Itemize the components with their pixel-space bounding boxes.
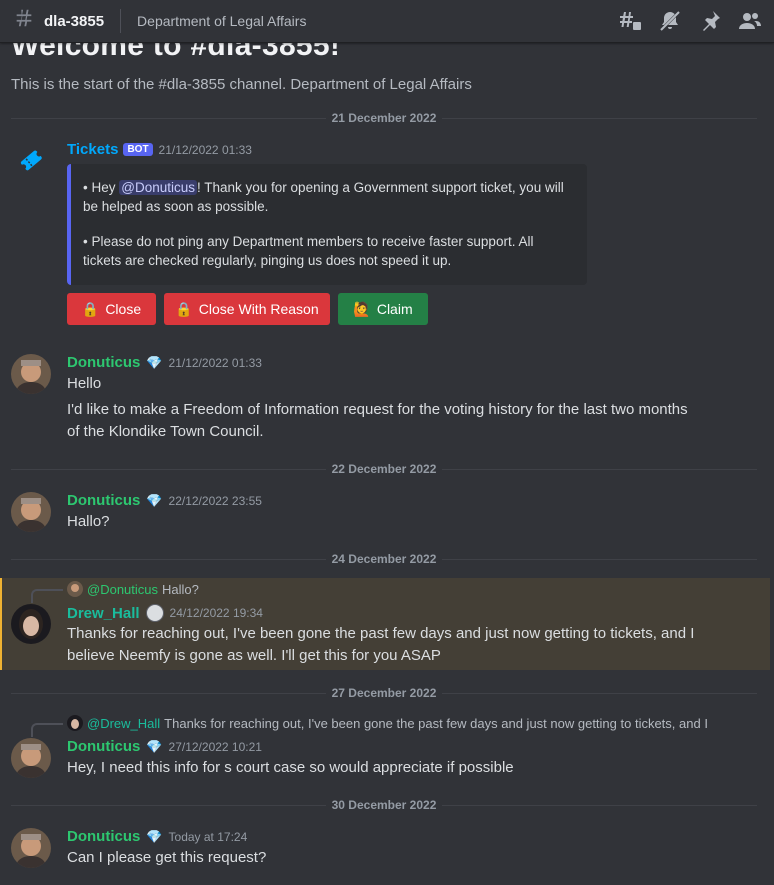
pin-icon[interactable] [698, 9, 722, 33]
gem-icon: 💎 [146, 738, 163, 754]
claim-button[interactable]: 🙋 Claim [338, 293, 428, 325]
reply-connector [31, 723, 63, 737]
message-text: believe Neemfy is gone as well. I'll get… [67, 647, 441, 664]
avatar[interactable] [11, 604, 51, 644]
tickets-bot-avatar[interactable] [11, 140, 51, 180]
message-author[interactable]: Donuticus [67, 738, 140, 755]
reply-avatar [67, 581, 83, 597]
message-text: Hello [67, 375, 102, 392]
message-text: Can I please get this request? [67, 849, 267, 866]
embed-line-1: • Hey @Donuticus! Thank you for opening … [83, 180, 564, 214]
lock-icon: 🔒 [175, 300, 193, 317]
message-author[interactable]: Tickets [67, 141, 118, 158]
message-text: Hallo? [67, 513, 110, 530]
date-divider: 24 December 2022 [11, 551, 757, 567]
message-timestamp: 21/12/2022 01:33 [168, 355, 262, 370]
header-divider [120, 9, 122, 33]
channel-name: dla-3855 [44, 12, 105, 30]
close-with-reason-button[interactable]: 🔒 Close With Reason [164, 293, 330, 325]
reply-avatar [67, 715, 83, 731]
message-author[interactable]: Donuticus [67, 492, 140, 509]
reply-text: Thanks for reaching out, I've been gone … [164, 715, 708, 731]
message-timestamp: Today at 17:24 [168, 829, 248, 844]
message-timestamp: 27/12/2022 10:21 [168, 739, 262, 754]
reply-author[interactable]: @Donuticus [87, 582, 158, 597]
gem-icon: 💎 [146, 828, 163, 844]
mute-icon[interactable] [658, 9, 682, 33]
message-author[interactable]: Drew_Hall [67, 605, 140, 622]
date-divider: 30 December 2022 [11, 797, 757, 813]
embed-line-2: • Please do not ping any Department memb… [83, 234, 534, 268]
message-text: of the Klondike Town Council. [67, 423, 264, 440]
avatar[interactable] [11, 828, 51, 868]
message-author[interactable]: Donuticus [67, 828, 140, 845]
message-text: I'd like to make a Freedom of Informatio… [67, 401, 688, 418]
ticket-icon [20, 150, 42, 171]
avatar[interactable] [11, 738, 51, 778]
date-divider: 21 December 2022 [11, 110, 757, 126]
ticket-embed: • Hey @Donuticus! Thank you for opening … [67, 164, 587, 285]
bot-badge: BOT [123, 143, 153, 156]
gem-icon: 💎 [146, 354, 163, 370]
channel-hash-icon [12, 7, 36, 36]
reply-preview[interactable]: @Drew_Hall Thanks for reaching out, I've… [67, 715, 767, 731]
threads-icon[interactable] [618, 9, 642, 33]
date-divider: 27 December 2022 [11, 685, 757, 701]
welcome-subtitle: This is the start of the #dla-3855 chann… [11, 76, 472, 93]
user-mention[interactable]: @Donuticus [119, 180, 197, 195]
message-text: Hey, I need this info for s court case s… [67, 759, 514, 776]
avatar[interactable] [11, 492, 51, 532]
reply-text: Hallo? [162, 581, 199, 597]
person-raising-hand-icon: 🙋 [353, 300, 371, 317]
avatar[interactable] [11, 354, 51, 394]
reply-preview[interactable]: @Donuticus Hallo? [67, 581, 199, 597]
message-author[interactable]: Donuticus [67, 354, 140, 371]
role-badge-icon [145, 604, 164, 622]
message-timestamp: 21/12/2022 01:33 [158, 142, 252, 157]
reply-author[interactable]: @Drew_Hall [87, 716, 160, 731]
message-text: Thanks for reaching out, I've been gone … [67, 625, 695, 642]
members-icon[interactable] [738, 9, 762, 33]
channel-header: dla-3855 Department of Legal Affairs [0, 0, 774, 43]
gem-icon: 💎 [146, 492, 163, 508]
channel-topic[interactable]: Department of Legal Affairs [137, 13, 306, 29]
message-timestamp: 24/12/2022 19:34 [169, 606, 263, 620]
lock-icon: 🔒 [81, 300, 100, 317]
reply-connector [31, 589, 63, 603]
message-timestamp: 22/12/2022 23:55 [168, 493, 262, 508]
close-button[interactable]: 🔒 Close [67, 293, 156, 325]
date-divider: 22 December 2022 [11, 461, 757, 477]
